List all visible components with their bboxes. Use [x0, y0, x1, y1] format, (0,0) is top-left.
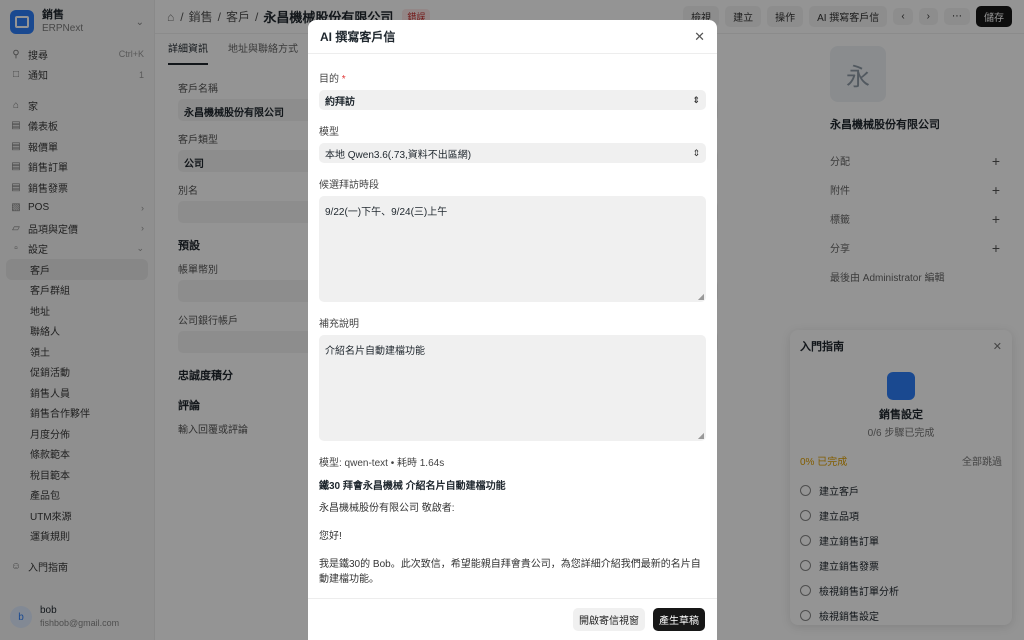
select-arrows-icon: ⇕: [692, 147, 700, 158]
notes-textarea[interactable]: 介紹名片自動建檔功能 ◢: [319, 335, 706, 441]
close-icon[interactable]: ✕: [694, 29, 705, 45]
generation-meta: 模型: qwen-text • 耗時 1.64s: [319, 458, 445, 469]
resize-handle-icon[interactable]: ◢: [698, 431, 704, 440]
select-arrows-icon: ⇕: [692, 94, 700, 105]
purpose-select[interactable]: 約拜訪 ⇕: [319, 90, 706, 110]
draft-body: 我是鐵30的 Bob。此次致信，希望能親自拜會貴公司，為您詳細介紹我們最新的名片…: [319, 559, 701, 585]
model-label: 模型: [319, 127, 339, 138]
model-select[interactable]: 本地 Qwen3.6(.73,資料不出區網) ⇕: [319, 143, 706, 163]
draft-greeting: 您好!: [319, 531, 342, 542]
purpose-label: 目的 *: [319, 74, 346, 85]
draft-salutation: 永昌機械股份有限公司 敬啟者:: [319, 503, 455, 514]
ai-email-dialog: AI 撰寫客戶信 ✕ 目的 * 約拜訪 ⇕ 模型 本地 Qwen3.6(.73,…: [308, 20, 717, 640]
open-mail-button[interactable]: 開啟寄信視窗: [573, 608, 645, 631]
time-slots-label: 候選拜訪時段: [319, 180, 379, 191]
dialog-title: AI 撰寫客戶信: [320, 30, 396, 44]
draft-subject: 鐵30 拜會永昌機械 介紹名片自動建檔功能: [319, 481, 506, 492]
dialog-footer: 開啟寄信視窗 產生草稿: [308, 598, 717, 640]
resize-handle-icon[interactable]: ◢: [698, 292, 704, 301]
time-slots-textarea[interactable]: 9/22(一)下午、9/24(三)上午 ◢: [319, 196, 706, 302]
dialog-body: 目的 * 約拜訪 ⇕ 模型 本地 Qwen3.6(.73,資料不出區網) ⇕ 候…: [319, 70, 706, 598]
notes-label: 補充說明: [319, 319, 359, 330]
generate-draft-button[interactable]: 產生草稿: [653, 608, 705, 631]
